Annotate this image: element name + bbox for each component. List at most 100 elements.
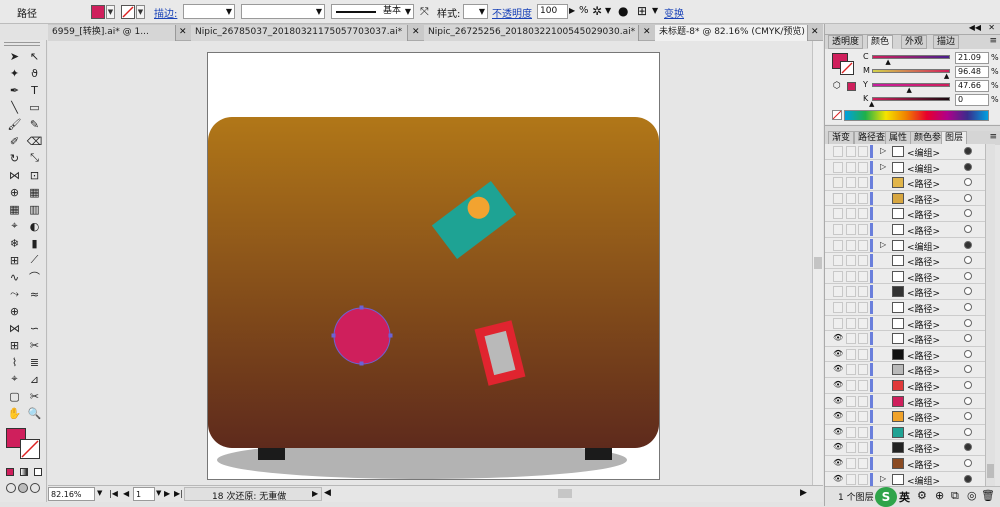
doc-tab-1[interactable]: 6959_[转换].ai* @ 1... <box>48 25 176 41</box>
panel-menu-icon[interactable]: ≡ <box>989 132 997 142</box>
target-circle-icon[interactable] <box>964 256 972 265</box>
globe-icon[interactable]: ● <box>618 4 628 18</box>
direct-selection-tool-icon[interactable]: ↖ <box>26 49 43 63</box>
visibility-eye-icon[interactable]: 👁 <box>833 412 843 420</box>
visibility-eye-icon[interactable]: 👁 <box>833 443 843 451</box>
layer-name[interactable]: <编组> <box>907 474 940 487</box>
lock-toggle[interactable] <box>846 333 856 345</box>
tab-transparency[interactable]: 透明度 <box>828 35 864 49</box>
status-info[interactable]: 18 次还原: 无重做 <box>184 487 322 502</box>
scissors-tool-icon[interactable]: ✂ <box>26 389 43 403</box>
canvas-scrollbar-vertical[interactable] <box>812 41 823 485</box>
artboard[interactable] <box>207 52 660 480</box>
bag-foot-left[interactable] <box>258 446 285 460</box>
layer-name[interactable]: <路径> <box>907 411 940 424</box>
symbol-sprayer-tool-icon[interactable]: ❄ <box>6 236 23 250</box>
variable-width-profile[interactable]: ▼ <box>241 4 325 19</box>
template-toggle[interactable] <box>858 192 868 204</box>
scroll-left-icon[interactable]: ◀ <box>324 488 331 498</box>
target-circle-icon[interactable] <box>964 443 972 452</box>
prev-page-icon[interactable]: ◀ <box>123 489 129 498</box>
lock-toggle[interactable] <box>846 286 856 298</box>
recolor-dropdown[interactable]: ▼ <box>605 6 611 15</box>
hscroll-thumb[interactable] <box>558 489 572 498</box>
template-toggle[interactable] <box>858 395 868 407</box>
template-toggle[interactable] <box>858 161 868 173</box>
panel-grip[interactable] <box>4 42 40 46</box>
template-toggle[interactable] <box>858 411 868 423</box>
stroke-color-swatch[interactable] <box>121 5 135 19</box>
scale-tool-icon[interactable]: ⤡ <box>26 151 43 165</box>
draw-behind-icon[interactable] <box>18 483 28 493</box>
template-toggle[interactable] <box>858 239 868 251</box>
first-page-icon[interactable]: |◀ <box>109 489 118 498</box>
template-toggle[interactable] <box>858 255 868 267</box>
color-mode-icon[interactable] <box>6 468 14 476</box>
lock-toggle[interactable] <box>846 411 856 423</box>
channel-slider-m[interactable] <box>872 69 950 73</box>
channel-value-k[interactable]: 0 <box>955 94 989 106</box>
layer-name[interactable]: <路径> <box>907 255 940 268</box>
layer-row[interactable]: 👁 <路径> <box>825 394 985 410</box>
type-tool-icon[interactable]: T <box>26 83 43 97</box>
layer-row[interactable]: <路径> <box>825 175 985 191</box>
doc-tab-active[interactable]: 未标题-8* @ 82.16% (CMYK/预览) <box>655 25 808 41</box>
visibility-eye-icon[interactable]: 👁 <box>833 459 843 467</box>
target-circle-icon[interactable] <box>964 365 972 374</box>
shape-builder-tool-icon[interactable]: ⊕ <box>6 185 23 199</box>
blend-tool-icon[interactable]: ◐ <box>26 219 43 233</box>
layer-row[interactable]: 👁 <路径> <box>825 456 985 472</box>
doc-tab-3[interactable]: Nipic_26725256_20180322100545029030.ai* <box>424 25 639 41</box>
mesh-tool-icon[interactable]: ▦ <box>6 202 23 216</box>
lock-toggle[interactable] <box>846 270 856 282</box>
layer-name[interactable]: <编组> <box>907 146 940 159</box>
curvature-tool-icon[interactable]: ∿ <box>6 270 23 284</box>
layer-row[interactable]: 👁 <路径> <box>825 362 985 378</box>
line-tool-icon[interactable]: ╲ <box>6 100 23 114</box>
fill-dropdown[interactable]: ▼ <box>106 5 115 19</box>
tab-pathfinder[interactable]: 路径查 <box>854 131 890 145</box>
target-circle-icon[interactable] <box>964 225 972 233</box>
layer-name[interactable]: <路径> <box>907 380 940 393</box>
layer-name[interactable]: <路径> <box>907 364 940 377</box>
pencil-tool-icon[interactable]: ✎ <box>26 117 43 131</box>
stroke-color-box[interactable] <box>20 439 40 459</box>
ime-mode-label[interactable]: 英 <box>899 489 910 505</box>
zoom-tool-icon[interactable]: 🔍 <box>26 406 43 420</box>
expand-triangle-icon[interactable]: ▷ <box>880 146 886 155</box>
layer-name[interactable]: <路径> <box>907 302 940 315</box>
lock-toggle[interactable] <box>846 442 856 454</box>
doc-tab-2[interactable]: Nipic_26785037_20180321175057703037.ai* <box>191 25 408 41</box>
opacity-label-link[interactable]: 不透明度 <box>492 5 532 20</box>
join-tool-icon[interactable]: ⤳ <box>6 287 23 301</box>
layer-name[interactable]: <编组> <box>907 162 940 175</box>
gamut-swatch[interactable] <box>847 82 856 91</box>
lock-toggle[interactable] <box>846 177 856 189</box>
target-circle-icon[interactable] <box>964 303 972 311</box>
target-circle-icon[interactable] <box>964 334 972 343</box>
layer-name[interactable]: <路径> <box>907 458 940 471</box>
artwork[interactable] <box>208 53 661 481</box>
layer-name[interactable]: <路径> <box>907 286 940 299</box>
ime-settings-icon[interactable]: ⚙ <box>917 489 927 502</box>
template-toggle[interactable] <box>858 208 868 220</box>
template-toggle[interactable] <box>858 442 868 454</box>
tab-layers[interactable]: 图层 <box>941 131 968 145</box>
gradient-tool-icon[interactable]: ▥ <box>26 202 43 216</box>
layer-name[interactable]: <路径> <box>907 396 940 409</box>
target-circle-icon[interactable] <box>964 349 972 358</box>
visibility-eye-icon[interactable]: 👁 <box>833 365 843 373</box>
draw-inside-icon[interactable] <box>30 483 40 493</box>
blob-brush-tool-icon[interactable]: ✐ <box>6 134 23 148</box>
template-toggle[interactable] <box>858 286 868 298</box>
layer-name[interactable]: <路径> <box>907 271 940 284</box>
pink-circle[interactable] <box>333 307 391 365</box>
twirl-tool-icon[interactable]: ∽ <box>26 321 43 335</box>
lock-toggle[interactable] <box>846 395 856 407</box>
measure-tool-icon[interactable]: ⊿ <box>26 372 43 386</box>
zoom-field[interactable]: 82.16% <box>48 487 95 501</box>
delete-layer-icon[interactable]: 🗑 <box>981 489 995 502</box>
warp-tool-icon[interactable]: ⋈ <box>6 321 23 335</box>
layer-row[interactable]: 👁 <路径> <box>825 425 985 441</box>
mesh-grid-tool-icon[interactable]: ⊞ <box>6 338 23 352</box>
